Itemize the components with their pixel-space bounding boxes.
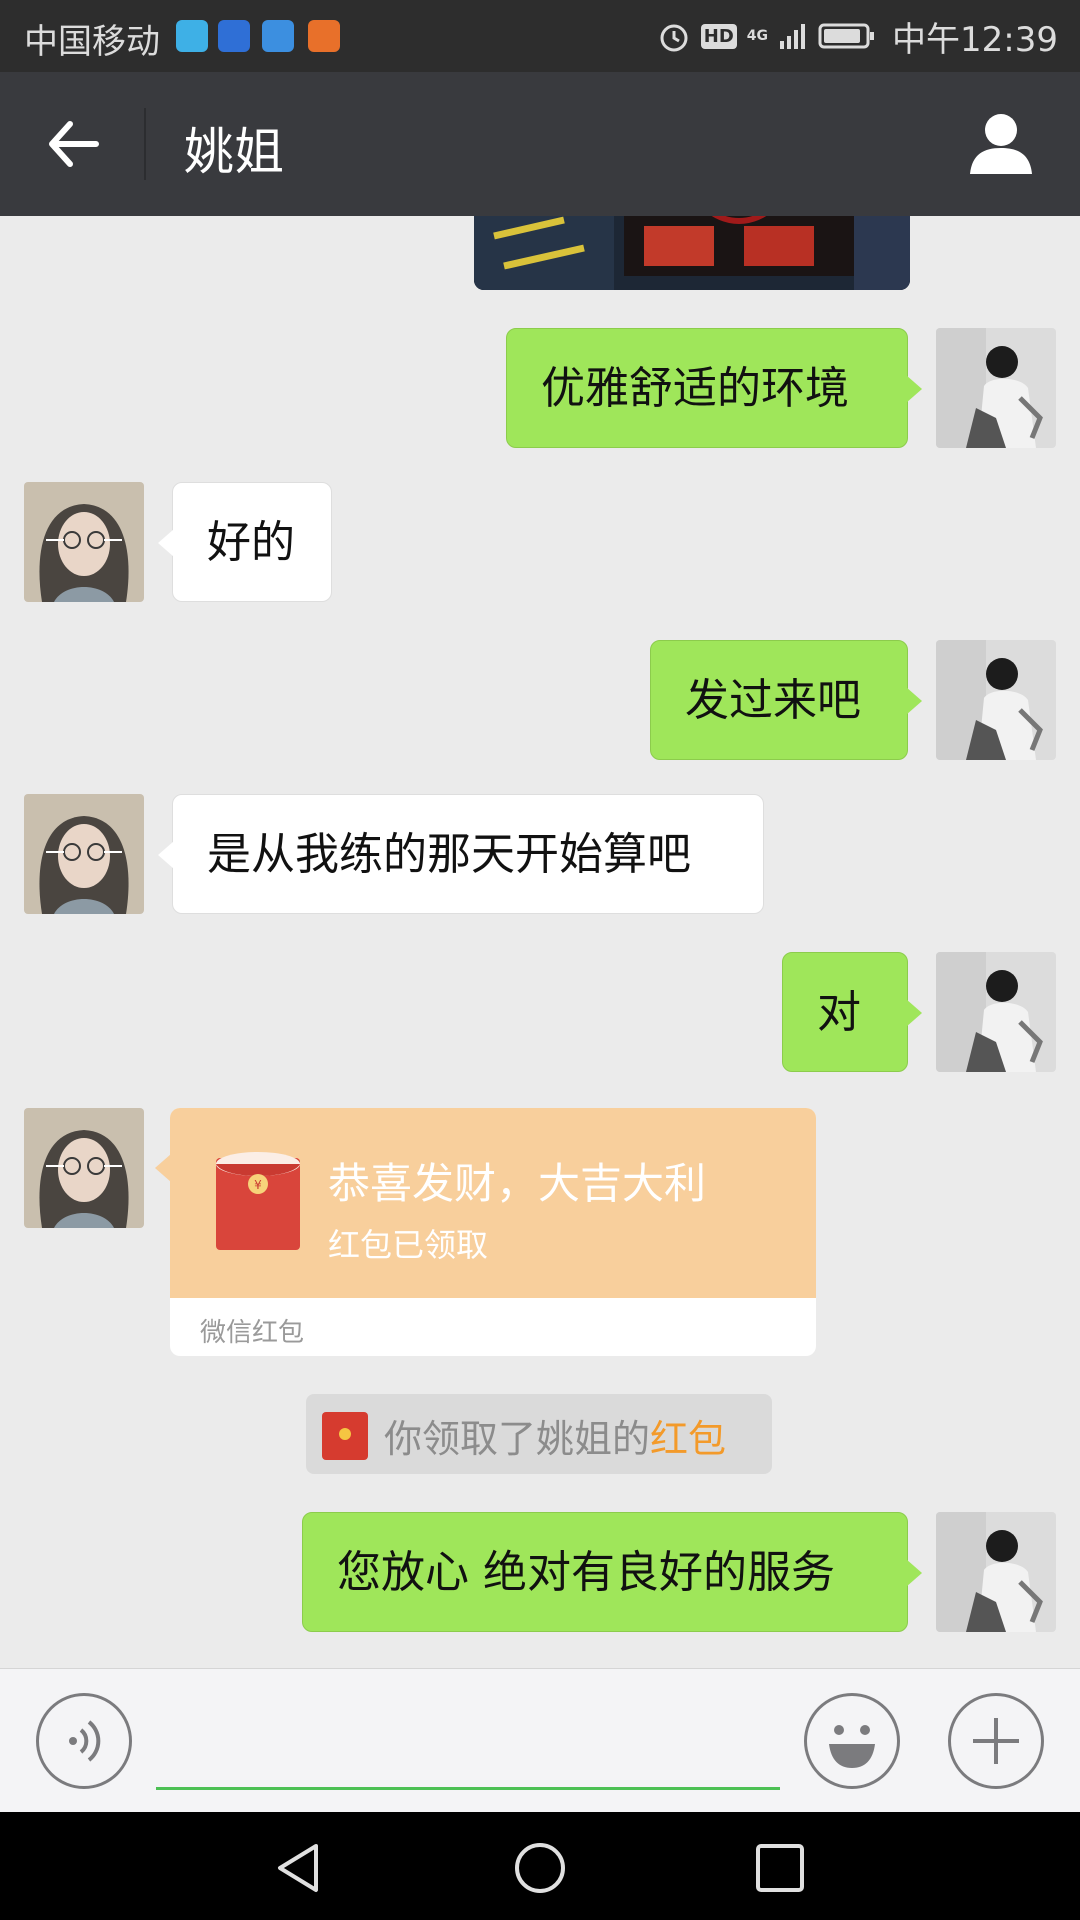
back-arrow-icon[interactable] [44, 116, 100, 172]
chat-header: 姚姐 [0, 72, 1080, 216]
my-avatar[interactable] [936, 1512, 1056, 1632]
image-message[interactable] [474, 216, 910, 290]
red-packet-footer: 微信红包 [200, 1318, 305, 1348]
status-bar: 中国移动 HD 4G 中午12:39 [0, 0, 1080, 72]
hd-badge: HD [700, 23, 737, 49]
my-avatar[interactable] [936, 640, 1056, 760]
chat-title: 姚姐 [184, 123, 284, 181]
message-text: 您放心 绝对有良好的服务 [337, 1547, 835, 1598]
system-nav-bar [0, 1812, 1080, 1920]
profile-icon[interactable] [968, 110, 1034, 176]
message-text: 优雅舒适的环境 [541, 363, 849, 414]
received-message-bubble[interactable]: 好的 [158, 482, 332, 602]
voice-input-button[interactable] [36, 1693, 132, 1789]
back-nav-icon[interactable] [272, 1840, 328, 1896]
red-packet-title: 恭喜发财，大吉大利 [328, 1159, 707, 1208]
video-app-icon [176, 20, 208, 52]
media-app-icon [308, 20, 340, 52]
contact-avatar[interactable] [24, 482, 144, 602]
message-text: 发过来吧 [685, 675, 861, 726]
sent-message-bubble[interactable]: 发过来吧 [650, 640, 922, 760]
plus-icon [973, 1718, 1019, 1764]
signal-icon [780, 24, 806, 49]
red-envelope-icon: ¥ [216, 1152, 300, 1250]
battery-icon [818, 23, 875, 49]
my-avatar[interactable] [936, 328, 1056, 448]
message-text: 好的 [207, 517, 295, 568]
red-packet-status: 红包已领取 [328, 1226, 489, 1264]
sent-message-bubble[interactable]: 您放心 绝对有良好的服务 [302, 1512, 922, 1632]
notice-text-main: 你领取了姚姐的 [384, 1417, 651, 1461]
red-packet-link[interactable]: 红包 [650, 1417, 726, 1461]
sent-message-bubble[interactable]: 对 [782, 952, 922, 1072]
header-divider [144, 108, 146, 180]
network-type-label: 4G [746, 28, 769, 44]
message-input[interactable] [156, 1787, 780, 1790]
more-button[interactable] [948, 1693, 1044, 1789]
red-packet-small-icon [322, 1412, 368, 1460]
home-nav-icon[interactable] [512, 1840, 568, 1896]
input-bar [0, 1668, 1080, 1812]
contact-avatar[interactable] [24, 1108, 144, 1228]
my-avatar[interactable] [936, 952, 1056, 1072]
svg-text:¥: ¥ [254, 1178, 262, 1192]
emoji-button[interactable] [804, 1693, 900, 1789]
message-list[interactable]: 优雅舒适的环境 好的 发过来吧 是从我练的那天开始算吧 对 ¥ 恭喜发财，大吉大… [0, 216, 1080, 1668]
voice-icon [69, 1720, 101, 1762]
baidu-app-icon [218, 20, 250, 52]
received-message-bubble[interactable]: 是从我练的那天开始算吧 [158, 794, 764, 914]
clock-label: 中午12:39 [892, 19, 1058, 60]
contact-avatar[interactable] [24, 794, 144, 914]
sent-message-bubble[interactable]: 优雅舒适的环境 [506, 328, 922, 448]
red-packet-message[interactable]: ¥ 恭喜发财，大吉大利 红包已领取 微信红包 [155, 1108, 816, 1356]
system-notice: 你领取了姚姐的红包 [306, 1394, 772, 1474]
carrier-label: 中国移动 [24, 22, 160, 62]
notice-text: 你领取了姚姐的红包 [384, 1408, 726, 1463]
recents-nav-icon[interactable] [752, 1840, 808, 1896]
message-text: 是从我练的那天开始算吧 [207, 829, 691, 880]
player-app-icon [262, 20, 294, 52]
message-text: 对 [817, 987, 861, 1038]
smiley-icon [829, 1725, 875, 1768]
alarm-icon [660, 24, 688, 52]
